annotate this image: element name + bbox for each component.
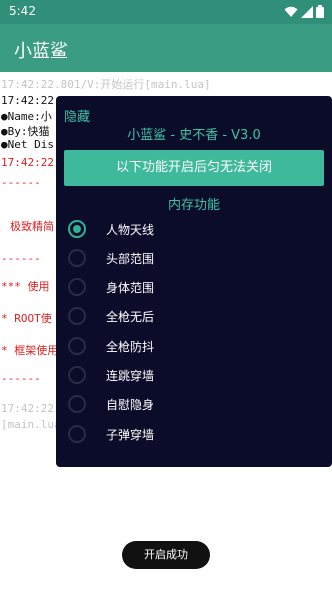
option-row[interactable]: 全枪防抖 — [68, 334, 308, 358]
log-line: ●By:快猫 — [1, 125, 50, 138]
option-label: 身体范围 — [106, 280, 155, 295]
log-line: ------ — [1, 252, 41, 265]
signal-icon — [301, 5, 313, 18]
option-label: 全枪无后 — [106, 309, 155, 324]
option-row[interactable]: 连跳穿墙 — [68, 363, 308, 387]
option-row[interactable]: 自慰隐身 — [68, 392, 308, 416]
radio-button-checked[interactable] — [68, 220, 86, 238]
wifi-icon — [284, 6, 298, 17]
radio-button[interactable] — [68, 366, 86, 384]
option-row[interactable]: 子弹穿墙 — [68, 422, 308, 446]
option-label: 全枪防抖 — [106, 339, 155, 354]
status-icons — [284, 5, 324, 18]
option-label: 头部范围 — [106, 251, 155, 266]
radio-button[interactable] — [68, 307, 86, 325]
log-line: [main.lua — [1, 418, 61, 431]
log-line: ●Name:小 — [1, 110, 52, 123]
section-title: 内存功能 — [167, 198, 220, 213]
radio-button[interactable] — [68, 395, 86, 413]
hide-button[interactable]: 隐藏 — [64, 106, 90, 125]
status-time: 5:42 — [9, 4, 36, 18]
cheat-menu-panel: 隐藏 小蓝鲨 - 史不香 - V3.0 以下功能开启后匀无法关闭 内存功能 人物… — [56, 96, 332, 467]
toast-message: 开启成功 — [122, 541, 210, 569]
log-line: 17:42:22.801/V:开始运行[main.lua] — [1, 78, 211, 91]
log-line: 极致精简 — [10, 220, 54, 233]
log-line: * ROOT使 — [1, 312, 52, 325]
log-line: 17:42:22. — [1, 402, 61, 415]
app-bar: 小蓝鲨 — [0, 24, 332, 72]
option-row[interactable]: 人物天线 — [68, 217, 308, 241]
panel-title: 小蓝鲨 - 史不香 - V3.0 — [127, 128, 261, 143]
warning-button[interactable]: 以下功能开启后匀无法关闭 — [64, 150, 324, 186]
radio-button[interactable] — [68, 425, 86, 443]
log-line: ------ — [1, 176, 41, 189]
option-row[interactable]: 全枪无后 — [68, 304, 308, 328]
radio-button[interactable] — [68, 249, 86, 267]
log-line: 17:42:22. — [1, 156, 61, 169]
option-label: 自慰隐身 — [106, 397, 155, 412]
option-label: 子弹穿墙 — [106, 427, 155, 442]
log-line: ------ — [1, 372, 41, 385]
status-bar: 5:42 — [0, 0, 332, 24]
log-line: ●Net Dis — [1, 138, 54, 151]
app-title: 小蓝鲨 — [14, 41, 68, 62]
option-label: 人物天线 — [106, 222, 155, 237]
option-row[interactable]: 头部范围 — [68, 246, 308, 270]
option-label: 连跳穿墙 — [106, 368, 155, 383]
log-line: *** 使用 — [1, 280, 50, 293]
radio-button[interactable] — [68, 337, 86, 355]
radio-button[interactable] — [68, 278, 86, 296]
battery-icon — [316, 5, 324, 18]
option-row[interactable]: 身体范围 — [68, 275, 308, 299]
log-line: * 框架使用 — [1, 344, 59, 357]
